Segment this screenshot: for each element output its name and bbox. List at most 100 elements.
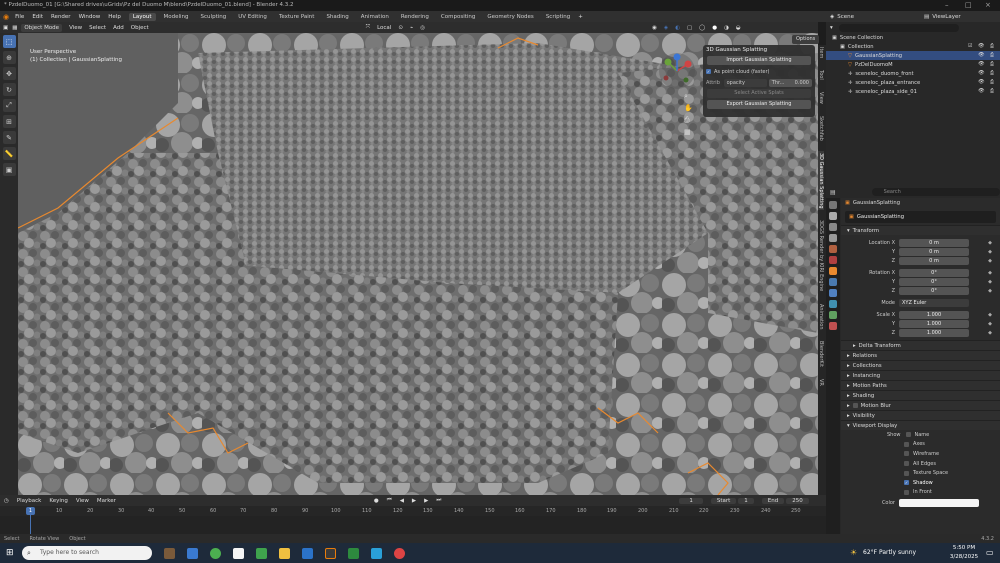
- scale-y-field[interactable]: 1.000: [899, 319, 969, 328]
- transform-tool-icon[interactable]: ⊞: [2, 115, 16, 128]
- material-tab-icon[interactable]: [829, 322, 837, 330]
- select-box-tool-icon[interactable]: ⬚: [2, 35, 16, 48]
- store-icon[interactable]: [256, 547, 267, 559]
- import-gaussian-button[interactable]: Import Gaussian Splatting: [707, 56, 811, 65]
- visibility-toggles[interactable]: 👁 ⎙: [978, 88, 996, 94]
- shading-panel[interactable]: ▸ Shading: [841, 390, 1000, 400]
- add-workspace-button[interactable]: +: [578, 14, 583, 20]
- keyframe-dot-icon[interactable]: ◆: [988, 330, 992, 336]
- jump-start-icon[interactable]: ⏮: [387, 497, 392, 504]
- object-name-field[interactable]: ▣ GaussianSplatting: [845, 211, 996, 223]
- material-shading-icon[interactable]: ◑: [724, 25, 729, 31]
- threshold-field[interactable]: Thr... 0.000: [768, 78, 812, 87]
- instancing-panel[interactable]: ▸ Instancing: [841, 370, 1000, 380]
- object-mode-dropdown[interactable]: Object Mode: [21, 23, 63, 32]
- move-tool-icon[interactable]: ✥: [2, 67, 16, 80]
- start-frame-value[interactable]: 1: [738, 497, 754, 504]
- timeline-ruler[interactable]: 10 20 30 40 50 60 70 80 90 100 110 120 1…: [0, 506, 826, 516]
- data-tab-icon[interactable]: [829, 311, 837, 319]
- tab-animation[interactable]: Animation: [818, 302, 824, 332]
- view-layer-tab-icon[interactable]: [829, 234, 837, 242]
- tab-geometry-nodes[interactable]: Geometry Nodes: [483, 13, 537, 21]
- tab-shading[interactable]: Shading: [322, 13, 352, 21]
- location-x-field[interactable]: 0 m: [899, 238, 969, 247]
- tab-sculpting[interactable]: Sculpting: [197, 13, 231, 21]
- spreadsheet-icon[interactable]: [348, 547, 359, 559]
- navigation-gizmo[interactable]: [658, 52, 696, 90]
- add-cube-tool-icon[interactable]: ▣: [2, 163, 16, 176]
- taskbar-search[interactable]: ⌕ Type here to search: [22, 546, 152, 560]
- menu-edit[interactable]: Edit: [32, 14, 43, 20]
- world-tab-icon[interactable]: [829, 256, 837, 264]
- snap-icon[interactable]: ⌁: [410, 25, 413, 31]
- menu-file[interactable]: File: [15, 14, 24, 20]
- rotation-mode-dropdown[interactable]: XYZ Euler: [899, 298, 969, 307]
- motion-blur-panel[interactable]: ▸ Motion Blur: [841, 400, 1000, 410]
- point-cloud-option[interactable]: ✓ As point cloud (faster): [706, 67, 812, 76]
- current-frame-field[interactable]: 1: [679, 497, 703, 504]
- pan-icon[interactable]: ✋: [684, 102, 693, 114]
- keyframe-dot-icon[interactable]: ◆: [988, 258, 992, 264]
- orientation-icon[interactable]: ⤧: [366, 24, 370, 31]
- keyframe-dot-icon[interactable]: ◆: [988, 270, 992, 276]
- rotation-y-field[interactable]: 0°: [899, 277, 969, 286]
- outliner-item-sceneloc-duomo-front[interactable]: ✛ sceneloc_duomo_front 👁 ⎙: [826, 69, 1000, 78]
- collection-row[interactable]: ▣ Collection ☑ 👁 ⎙: [826, 42, 1000, 51]
- minimize-icon[interactable]: –: [945, 0, 949, 11]
- tab-tool[interactable]: Tool: [818, 68, 824, 82]
- browser-icon[interactable]: [394, 547, 405, 559]
- scene-tab-icon[interactable]: [829, 245, 837, 253]
- output-tab-icon[interactable]: [829, 223, 837, 231]
- blender-logo-icon[interactable]: ◉: [3, 13, 9, 21]
- playhead[interactable]: 1: [26, 507, 35, 515]
- prev-key-icon[interactable]: ◀: [400, 498, 404, 504]
- weather-text[interactable]: 62°F Partly sunny: [863, 549, 916, 556]
- menu-help[interactable]: Help: [108, 14, 121, 20]
- outliner-search[interactable]: [838, 23, 959, 32]
- viewport-display-panel[interactable]: ▾ Viewport Display: [841, 420, 1000, 430]
- editor-type-icon[interactable]: ▣: [3, 25, 8, 31]
- measure-tool-icon[interactable]: 📏: [2, 147, 16, 160]
- menu-marker[interactable]: Marker: [97, 498, 116, 504]
- rotation-x-field[interactable]: 0°: [899, 268, 969, 277]
- tab-item[interactable]: Item: [818, 45, 824, 60]
- keyframe-dot-icon[interactable]: ◆: [988, 249, 992, 255]
- location-y-field[interactable]: 0 m: [899, 247, 969, 256]
- clock-date[interactable]: 3/28/2025: [946, 554, 982, 560]
- menu-object[interactable]: Object: [131, 25, 149, 31]
- gizmo-toggle-icon[interactable]: ◈: [664, 25, 668, 31]
- annotate-tool-icon[interactable]: ✎: [2, 131, 16, 144]
- keyframe-dot-icon[interactable]: ◆: [988, 321, 992, 327]
- outliner-item-pzdelduomom[interactable]: ▽ PzDelDuomoM 👁 ⎙: [826, 60, 1000, 69]
- visibility-icon[interactable]: ◉: [652, 25, 657, 31]
- ortho-toggle-icon[interactable]: ▦: [684, 126, 693, 138]
- app-icon[interactable]: [371, 547, 382, 559]
- tool-tab-icon[interactable]: [829, 201, 837, 209]
- visibility-panel[interactable]: ▸ Visibility: [841, 410, 1000, 420]
- keyframe-dot-icon[interactable]: ◆: [988, 288, 992, 294]
- render-tab-icon[interactable]: [829, 212, 837, 220]
- scale-z-field[interactable]: 1.000: [899, 328, 969, 337]
- keyframe-dot-icon[interactable]: ◆: [988, 312, 992, 318]
- notification-icon[interactable]: ▭: [986, 548, 994, 557]
- tab-vr[interactable]: VR: [818, 377, 824, 388]
- tab-animation[interactable]: Animation: [357, 13, 393, 21]
- proportional-edit-icon[interactable]: ◎: [420, 25, 425, 31]
- properties-editor-icon[interactable]: ▤: [830, 189, 836, 196]
- outliner-item-gaussiansplatting[interactable]: ▽ GaussianSplatting 👁 ⎙: [826, 51, 1000, 60]
- rotation-z-field[interactable]: 0°: [899, 286, 969, 295]
- 3d-viewport[interactable]: [18, 33, 818, 495]
- modifier-tab-icon[interactable]: [829, 278, 837, 286]
- menu-timeline-view[interactable]: View: [76, 498, 89, 504]
- visibility-toggles[interactable]: 👁 ⎙: [978, 79, 996, 85]
- view-layer-selector[interactable]: ViewLayer: [932, 14, 960, 20]
- in-front-checkbox[interactable]: [904, 489, 909, 495]
- maximize-icon[interactable]: □: [965, 0, 972, 11]
- menu-window[interactable]: Window: [79, 14, 101, 20]
- menu-add[interactable]: Add: [113, 25, 124, 31]
- tab-modeling[interactable]: Modeling: [160, 13, 193, 21]
- keyframe-dot-icon[interactable]: ◆: [988, 240, 992, 246]
- motion-blur-checkbox[interactable]: [852, 403, 858, 408]
- menu-select[interactable]: Select: [89, 25, 106, 31]
- solid-shading-icon[interactable]: ●: [712, 25, 717, 31]
